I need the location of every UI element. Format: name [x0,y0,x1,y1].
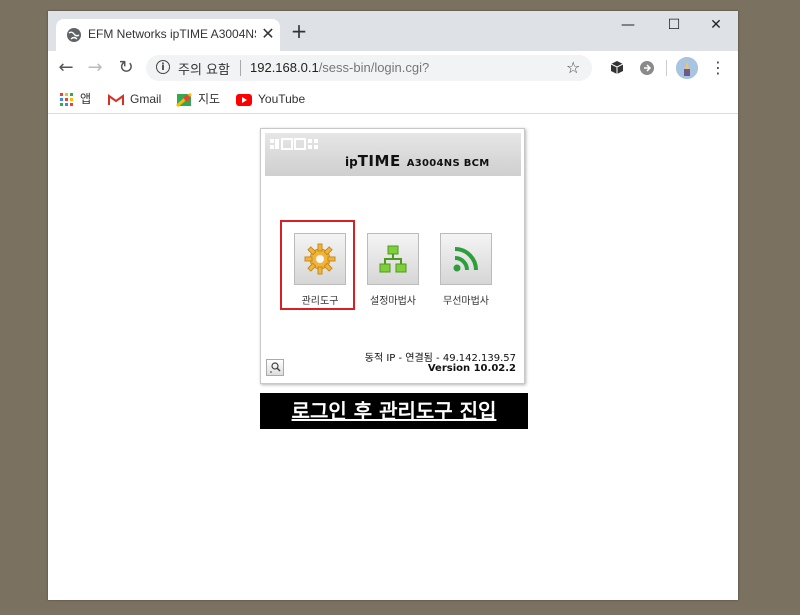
network-wizard-icon [379,245,407,273]
setup-wizard-button[interactable] [367,233,419,285]
maps-icon [176,92,192,107]
address-bar[interactable]: i 주의 요함 192.168.0.1/sess-bin/login.cgi? … [146,55,592,81]
forward-arrow-icon[interactable]: → [83,56,107,80]
bookmark-apps[interactable]: 앱 [60,90,91,108]
bookmark-youtube[interactable]: YouTube [236,90,305,108]
url-host: 192.168.0.1 [250,60,319,75]
browser-tab[interactable]: EFM Networks ipTIME A3004NS ✕ [56,19,280,51]
tab-title: EFM Networks ipTIME A3004NS [88,27,256,41]
reload-icon[interactable]: ↻ [114,56,138,80]
bookmark-label: 앱 [80,92,92,106]
bookmark-label: 지도 [198,92,221,106]
url-text[interactable]: 192.168.0.1/sess-bin/login.cgi? [250,60,429,75]
router-login-panel: ipTIME A3004NS BCM 관리도구 설정마법사 무선마법사 동적 I… [260,128,525,384]
bookmark-label: YouTube [258,92,306,106]
url-path: /sess-bin/login.cgi? [318,60,430,75]
close-window-button[interactable]: ✕ [694,11,738,43]
extension-cube-icon[interactable] [608,59,626,77]
security-label[interactable]: 주의 요함 [178,59,230,78]
bookmark-maps[interactable]: 지도 [176,90,220,108]
more-menu-icon[interactable]: ⋮ [710,58,726,77]
admin-tool-label[interactable]: 관리도구 [290,292,350,307]
browser-toolbar: ← → ↻ i 주의 요함 192.168.0.1/sess-bin/login… [48,51,738,85]
firmware-version: Version 10.02.2 [427,363,516,374]
page-content: ipTIME A3004NS BCM 관리도구 설정마법사 무선마법사 동적 I… [48,114,738,600]
maximize-button[interactable]: ☐ [652,11,696,43]
annotation-banner: 로그인 후 관리도구 진입 [260,393,528,429]
router-header: ipTIME A3004NS BCM [265,133,521,176]
bookmark-gmail[interactable]: Gmail [108,90,161,108]
title-bar: EFM Networks ipTIME A3004NS ✕ + — ☐ ✕ [48,11,738,51]
wireless-wizard-label[interactable]: 무선마법사 [434,292,498,307]
toolbar-divider [666,60,667,76]
search-icon [270,362,281,373]
apps-grid-icon [60,92,73,106]
address-divider [240,60,241,76]
profile-avatar[interactable] [676,57,698,79]
avatar-icon [676,57,698,79]
router-brand: ipTIME A3004NS BCM [345,151,490,170]
new-tab-button[interactable]: + [288,20,310,42]
admin-tool-button[interactable] [294,233,346,285]
bookmark-star-icon[interactable]: ☆ [566,58,580,77]
globe-icon [67,28,81,42]
browser-window: EFM Networks ipTIME A3004NS ✕ + — ☐ ✕ ← … [48,11,738,600]
minimize-button[interactable]: — [606,11,650,43]
gear-icon [304,243,336,275]
connection-status: 동적 IP - 연결됨 - 49.142.139.57 [364,353,516,364]
brand-time: TIME [357,152,401,170]
brand-ip: ip [345,155,358,169]
bookmarks-bar: 앱 Gmail 지도 YouTube [48,85,738,114]
youtube-icon [236,93,252,106]
wireless-icon [453,247,478,272]
iptime-dots-logo [270,138,318,150]
gmail-icon [108,93,124,105]
setup-wizard-label[interactable]: 설정마법사 [361,292,425,307]
magnifier-icon[interactable] [266,359,284,376]
wireless-wizard-button[interactable] [440,233,492,285]
back-arrow-icon[interactable]: ← [54,56,78,80]
bookmark-label: Gmail [130,92,162,106]
info-icon[interactable]: i [156,60,170,74]
tab-close-icon[interactable]: ✕ [259,25,277,43]
extension-circle-icon[interactable] [638,59,656,77]
brand-model: A3004NS BCM [406,158,490,169]
